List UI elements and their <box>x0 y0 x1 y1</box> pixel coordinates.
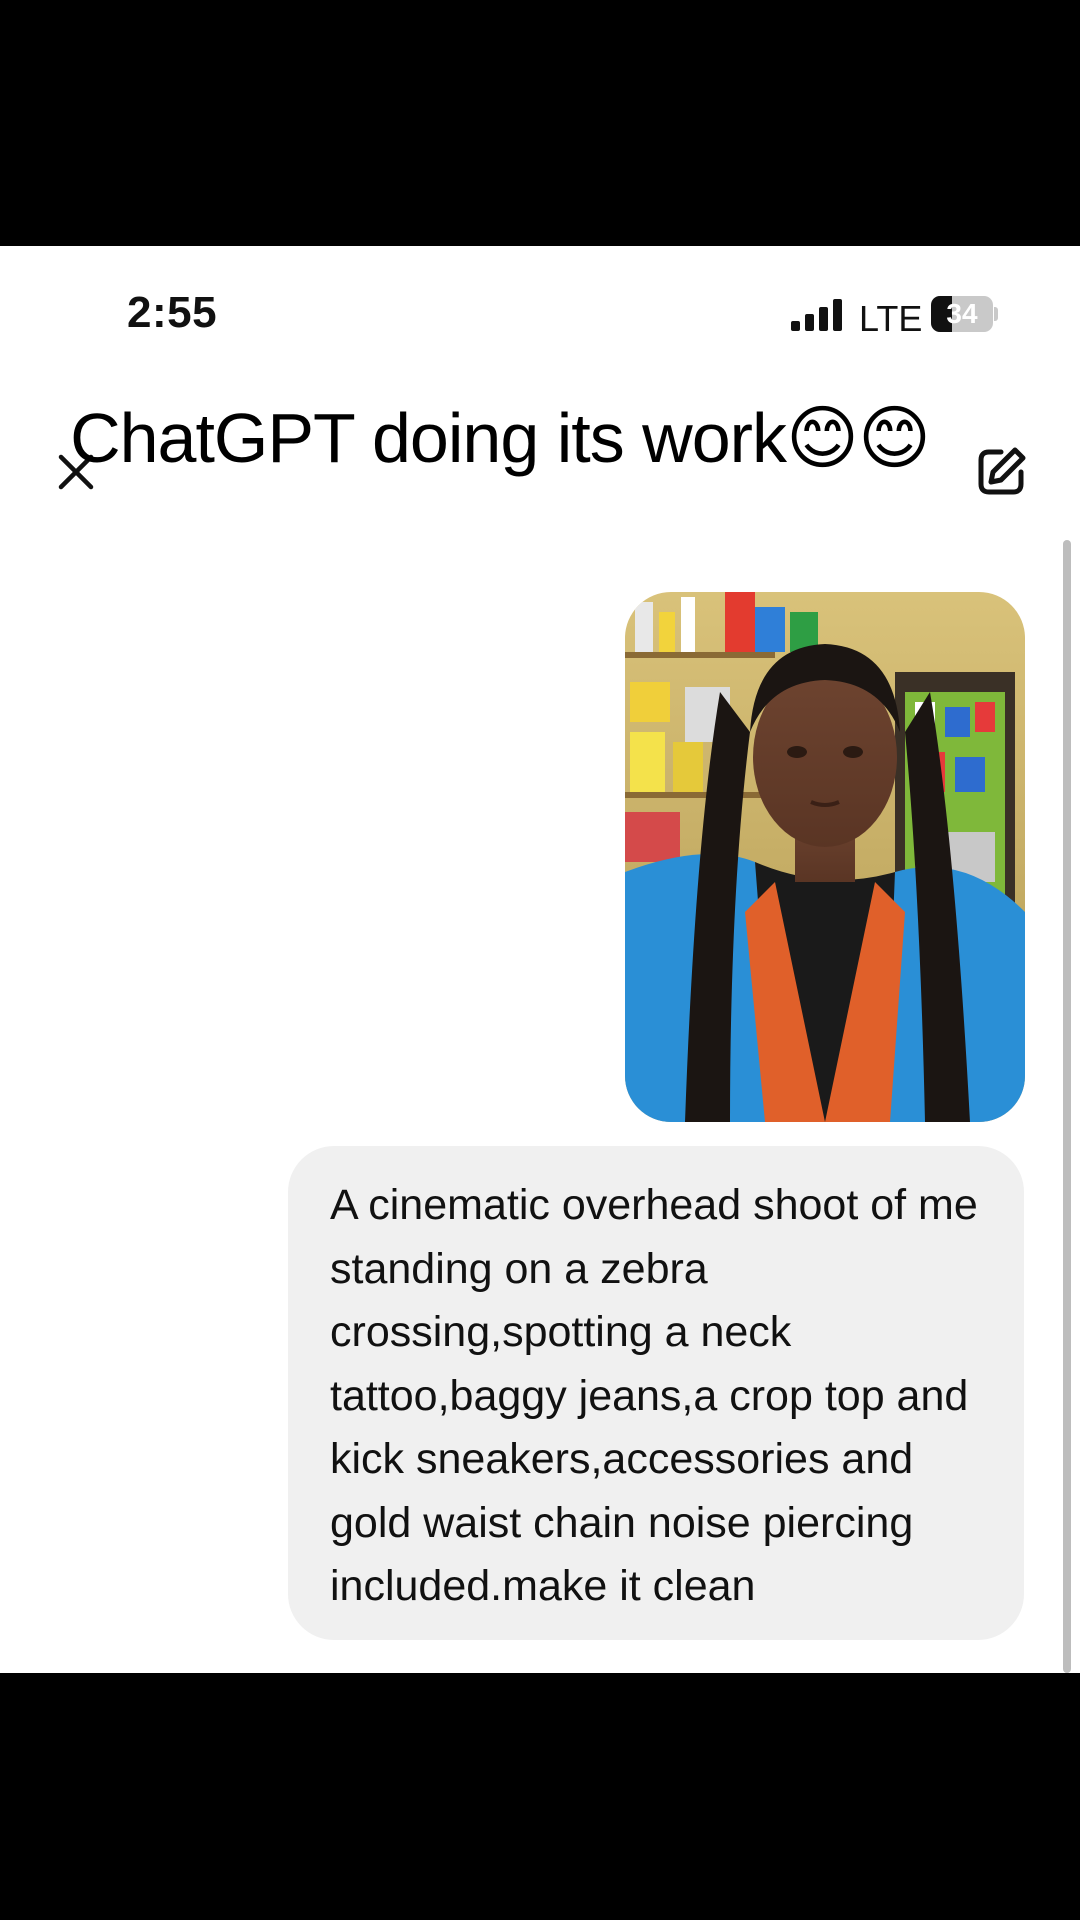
battery-percent: 34 <box>946 298 978 329</box>
video-letterbox-top <box>0 0 1080 246</box>
battery-icon: 34 <box>931 296 998 332</box>
status-time: 2:55 <box>127 288 218 337</box>
user-message-text: A cinematic overhead shoot of me standin… <box>330 1181 978 1610</box>
user-message-bubble[interactable]: A cinematic overhead shoot of me standin… <box>288 1146 1024 1640</box>
video-letterbox-bottom <box>0 1673 1080 1920</box>
edit-icon[interactable] <box>975 444 1029 498</box>
video-caption: ChatGPT doing its work😊😊 <box>70 399 931 477</box>
phone-screen: 2:55 LTE 34 ChatGPT doing its work😊😊 A c… <box>0 246 1080 1673</box>
network-label: LTE <box>859 298 923 339</box>
attached-photo[interactable] <box>625 592 1025 1122</box>
scrollbar[interactable] <box>1063 540 1071 1673</box>
signal-icon <box>791 299 845 331</box>
